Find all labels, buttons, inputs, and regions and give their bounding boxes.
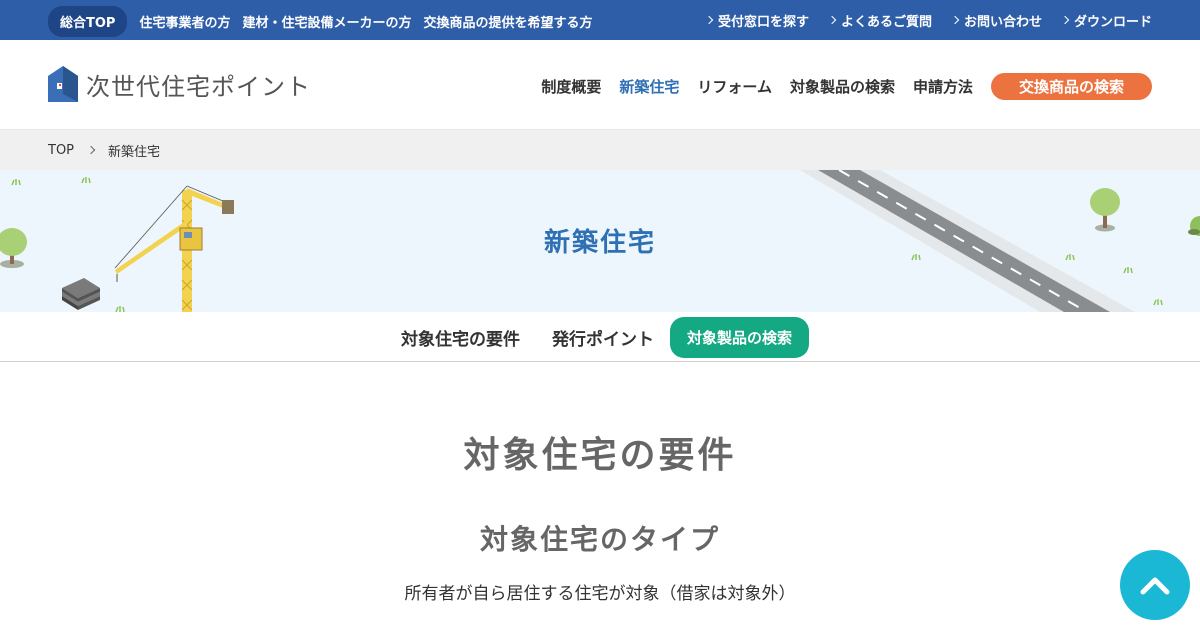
tab-points[interactable]: 発行ポイント [536, 317, 670, 358]
utility-link-reception[interactable]: 受付窓口を探す [704, 11, 809, 30]
utility-link-faq[interactable]: よくあるご質問 [827, 11, 932, 30]
tab-requirements[interactable]: 対象住宅の要件 [385, 317, 536, 358]
site-header: 次世代住宅ポイント 制度概要 新築住宅 リフォーム 対象製品の検索 申請方法 交… [0, 40, 1200, 130]
audience-nav: 総合TOP 住宅事業者の方 建材・住宅設備メーカーの方 交換商品の提供を希望する… [48, 6, 593, 37]
nav-item-overview[interactable]: 制度概要 [541, 76, 601, 97]
hero-banner: 新築住宅 [0, 170, 1200, 312]
chevron-right-icon [86, 145, 96, 155]
utility-link-label: よくあるご質問 [840, 15, 932, 30]
chevron-right-icon [827, 15, 837, 25]
section-tabs: 対象住宅の要件 発行ポイント 対象製品の検索 [0, 312, 1200, 362]
chevron-up-icon [1140, 577, 1170, 595]
logo-text: 次世代住宅ポイント [86, 72, 311, 101]
utility-link-label: 受付窓口を探す [717, 15, 809, 30]
audience-link-providers[interactable]: 交換商品の提供を希望する方 [423, 6, 592, 37]
exchange-search-button[interactable]: 交換商品の検索 [990, 73, 1152, 100]
utility-link-label: ダウンロード [1073, 15, 1152, 30]
main-nav: 制度概要 新築住宅 リフォーム 対象製品の検索 申請方法 交換商品の検索 [541, 73, 1152, 100]
section-description: 所有者が自ら居住する住宅が対象（借家は対象外） [404, 584, 796, 604]
house-logo-icon [48, 66, 78, 102]
audience-link-top[interactable]: 総合TOP [48, 6, 128, 37]
utility-link-label: お問い合わせ [963, 15, 1042, 30]
hero-title: 新築住宅 [543, 228, 656, 258]
scroll-to-top-button[interactable] [1120, 550, 1190, 620]
utility-links: 受付窓口を探す よくあるご質問 お問い合わせ ダウンロード [704, 11, 1152, 30]
utility-link-contact[interactable]: お問い合わせ [950, 11, 1042, 30]
breadcrumb-current: 新築住宅 [108, 144, 161, 160]
section-subtitle: 対象住宅のタイプ [479, 523, 720, 556]
nav-item-new-house[interactable]: 新築住宅 [619, 76, 679, 97]
tab-product-search[interactable]: 対象製品の検索 [670, 317, 810, 358]
nav-item-reform[interactable]: リフォーム [697, 76, 772, 97]
breadcrumb-home[interactable]: TOP [48, 143, 74, 158]
chevron-right-icon [704, 15, 714, 25]
site-logo[interactable]: 次世代住宅ポイント [48, 66, 311, 102]
audience-link-builders[interactable]: 住宅事業者の方 [139, 6, 230, 37]
page-title: 対象住宅の要件 [463, 435, 737, 476]
audience-link-manufacturers[interactable]: 建材・住宅設備メーカーの方 [242, 6, 411, 37]
utility-link-download[interactable]: ダウンロード [1060, 11, 1152, 30]
chevron-right-icon [1060, 15, 1070, 25]
utility-bar: 総合TOP 住宅事業者の方 建材・住宅設備メーカーの方 交換商品の提供を希望する… [0, 0, 1200, 40]
nav-item-application[interactable]: 申請方法 [913, 76, 973, 97]
chevron-right-icon [950, 15, 960, 25]
nav-item-product-search[interactable]: 対象製品の検索 [790, 76, 895, 97]
breadcrumb: TOP 新築住宅 [0, 130, 1200, 170]
